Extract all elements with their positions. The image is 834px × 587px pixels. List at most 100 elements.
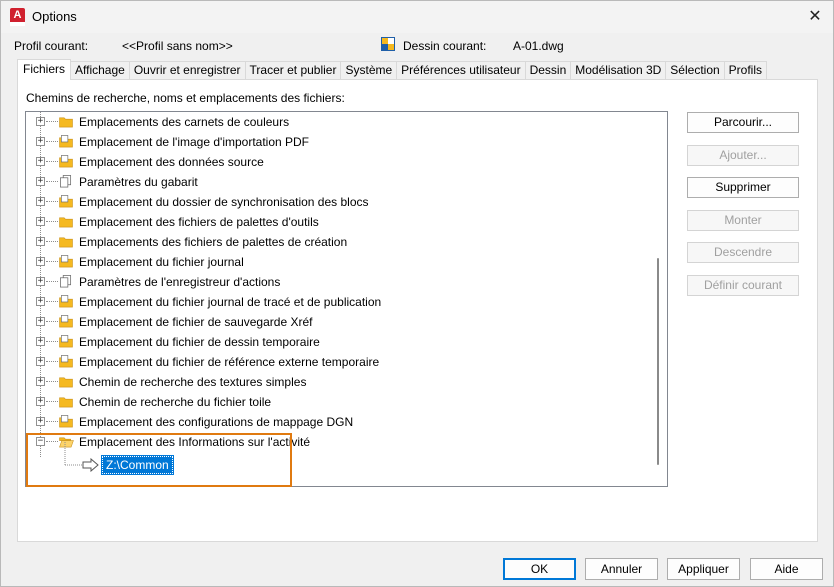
- tab-preferences-utilisateur[interactable]: Préférences utilisateur: [396, 61, 526, 80]
- folder-file-icon: [59, 315, 73, 328]
- tree-row[interactable]: + Emplacement de fichier de sauvegarde Xr…: [26, 312, 646, 332]
- tree-row[interactable]: + Emplacement du fichier de référence ext…: [26, 352, 646, 372]
- vertical-scrollbar[interactable]: [650, 112, 667, 486]
- browse-button-label: Parcourir...: [713, 115, 773, 129]
- set-current-button[interactable]: Définir courant: [687, 275, 799, 296]
- tree-row[interactable]: + Emplacement du fichier journal: [26, 252, 646, 272]
- expand-icon[interactable]: +: [36, 297, 45, 306]
- section-label: Chemins de recherche, noms et emplacemen…: [26, 91, 345, 105]
- help-button-label: Aide: [774, 562, 799, 576]
- tree-connector: [46, 301, 58, 302]
- tree-row-label: Emplacement des configurations de mappag…: [79, 415, 354, 429]
- tree-connector: [46, 281, 58, 282]
- move-up-button[interactable]: Monter: [687, 210, 799, 231]
- folder-file-icon: [59, 335, 73, 348]
- tree-row[interactable]: + Emplacements des carnets de couleurs: [26, 112, 646, 132]
- current-profile-label: Profil courant:: [14, 39, 89, 53]
- expand-icon[interactable]: +: [36, 157, 45, 166]
- tree-row[interactable]: + Emplacement du fichier de dessin tempor…: [26, 332, 646, 352]
- ok-button-label: OK: [530, 562, 549, 576]
- folder-file-icon: [59, 295, 73, 308]
- folder-file-icon: [59, 415, 73, 428]
- tree-row-label: Emplacement des données source: [79, 155, 264, 169]
- tree-row-label: Emplacement de l'image d'importation PDF: [79, 135, 310, 149]
- folder-icon: [59, 217, 73, 228]
- tree-row[interactable]: + Paramètres du gabarit: [26, 172, 646, 192]
- tree-row-label: Emplacement de fichier de sauvegarde Xré…: [79, 315, 313, 329]
- ok-button[interactable]: OK: [503, 558, 576, 580]
- remove-button-label: Supprimer: [715, 180, 771, 194]
- tree-row[interactable]: + Chemin de recherche des textures simple…: [26, 372, 646, 392]
- tree-row[interactable]: + Emplacement des fichiers de palettes d'…: [26, 212, 646, 232]
- expand-icon[interactable]: +: [36, 197, 45, 206]
- apply-button[interactable]: Appliquer: [667, 558, 740, 580]
- documents-icon: [60, 275, 72, 288]
- expand-icon[interactable]: +: [36, 357, 45, 366]
- move-up-button-label: Monter: [724, 213, 762, 227]
- autocad-logo-icon: A: [10, 8, 25, 26]
- expand-icon[interactable]: +: [36, 117, 45, 126]
- tab-modelisation-3d[interactable]: Modélisation 3D: [570, 61, 667, 80]
- tree-connector: [46, 381, 58, 382]
- cancel-button[interactable]: Annuler: [585, 558, 658, 580]
- tree-connector: [46, 361, 58, 362]
- expand-icon[interactable]: +: [36, 237, 45, 246]
- add-button[interactable]: Ajouter...: [687, 145, 799, 166]
- tree-row-label: Chemin de recherche des textures simples: [79, 375, 307, 389]
- tree-row-label: Emplacement des fichiers de palettes d'o…: [79, 215, 319, 229]
- expand-icon[interactable]: +: [36, 417, 45, 426]
- tree-connector: [46, 221, 58, 222]
- tree-row[interactable]: + Emplacement des configurations de mappa…: [26, 412, 646, 432]
- tab-fichiers[interactable]: Fichiers: [17, 59, 72, 80]
- expand-icon[interactable]: +: [36, 337, 45, 346]
- tree-row-label: Emplacement du dossier de synchronisatio…: [79, 195, 369, 209]
- options-dialog: A Options ✕ Profil courant: <<Profil san…: [0, 0, 834, 587]
- tree-connector: [46, 121, 58, 122]
- tree-row[interactable]: + Chemin de recherche du fichier toile: [26, 392, 646, 412]
- tab-dessin[interactable]: Dessin: [524, 61, 572, 80]
- expand-icon[interactable]: +: [36, 397, 45, 406]
- current-drawing-label: Dessin courant:: [403, 39, 487, 53]
- tab-selection[interactable]: Sélection: [665, 61, 725, 80]
- tree-row[interactable]: + Emplacement des données source: [26, 152, 646, 172]
- tree-row[interactable]: + Emplacement du fichier journal de tracé…: [26, 292, 646, 312]
- close-icon[interactable]: ✕: [805, 7, 825, 27]
- tree-row[interactable]: + Paramètres de l'enregistreur d'actions: [26, 272, 646, 292]
- scrollbar-thumb[interactable]: [657, 258, 659, 465]
- tree-row[interactable]: + Emplacement du dossier de synchronisati…: [26, 192, 646, 212]
- folder-icon: [59, 397, 73, 408]
- folder-icon: [59, 237, 73, 248]
- remove-button[interactable]: Supprimer: [687, 177, 799, 198]
- tab-systeme[interactable]: Système: [340, 61, 398, 80]
- tree-row-label: Emplacement du fichier de référence exte…: [79, 355, 380, 369]
- expand-icon[interactable]: +: [36, 177, 45, 186]
- expand-icon[interactable]: +: [36, 317, 45, 326]
- tree-row-label: Emplacement du fichier journal de tracé …: [79, 295, 382, 309]
- window-title: Options: [32, 9, 77, 24]
- files-tab-panel: Chemins de recherche, noms et emplacemen…: [17, 79, 818, 542]
- expand-icon[interactable]: +: [36, 377, 45, 386]
- tab-profils[interactable]: Profils: [723, 61, 768, 80]
- browse-button[interactable]: Parcourir...: [687, 112, 799, 133]
- tab-strip: Fichiers Affichage Ouvrir et enregistrer…: [17, 59, 768, 80]
- tree-connector: [46, 141, 58, 142]
- tab-affichage[interactable]: Affichage: [70, 61, 130, 80]
- cancel-button-label: Annuler: [600, 562, 643, 576]
- tree-row-label: Emplacements des carnets de couleurs: [79, 115, 290, 129]
- tree-row[interactable]: + Emplacement de l'image d'importation PD…: [26, 132, 646, 152]
- current-profile-value: <<Profil sans nom>>: [122, 39, 233, 53]
- tree-row[interactable]: + Emplacements des fichiers de palettes d…: [26, 232, 646, 252]
- file-locations-tree[interactable]: + Emplacements des carnets de couleurs + Em…: [25, 111, 668, 487]
- expand-icon[interactable]: +: [36, 217, 45, 226]
- expand-icon[interactable]: +: [36, 137, 45, 146]
- tree-connector: [46, 261, 58, 262]
- tree-connector: [46, 401, 58, 402]
- tab-ouvrir-enregistrer[interactable]: Ouvrir et enregistrer: [128, 61, 246, 80]
- expand-icon[interactable]: +: [36, 257, 45, 266]
- tab-tracer-publier[interactable]: Tracer et publier: [244, 61, 342, 80]
- move-down-button[interactable]: Descendre: [687, 242, 799, 263]
- help-button[interactable]: Aide: [750, 558, 823, 580]
- folder-file-icon: [59, 155, 73, 168]
- expand-icon[interactable]: +: [36, 277, 45, 286]
- tree-connector: [46, 421, 58, 422]
